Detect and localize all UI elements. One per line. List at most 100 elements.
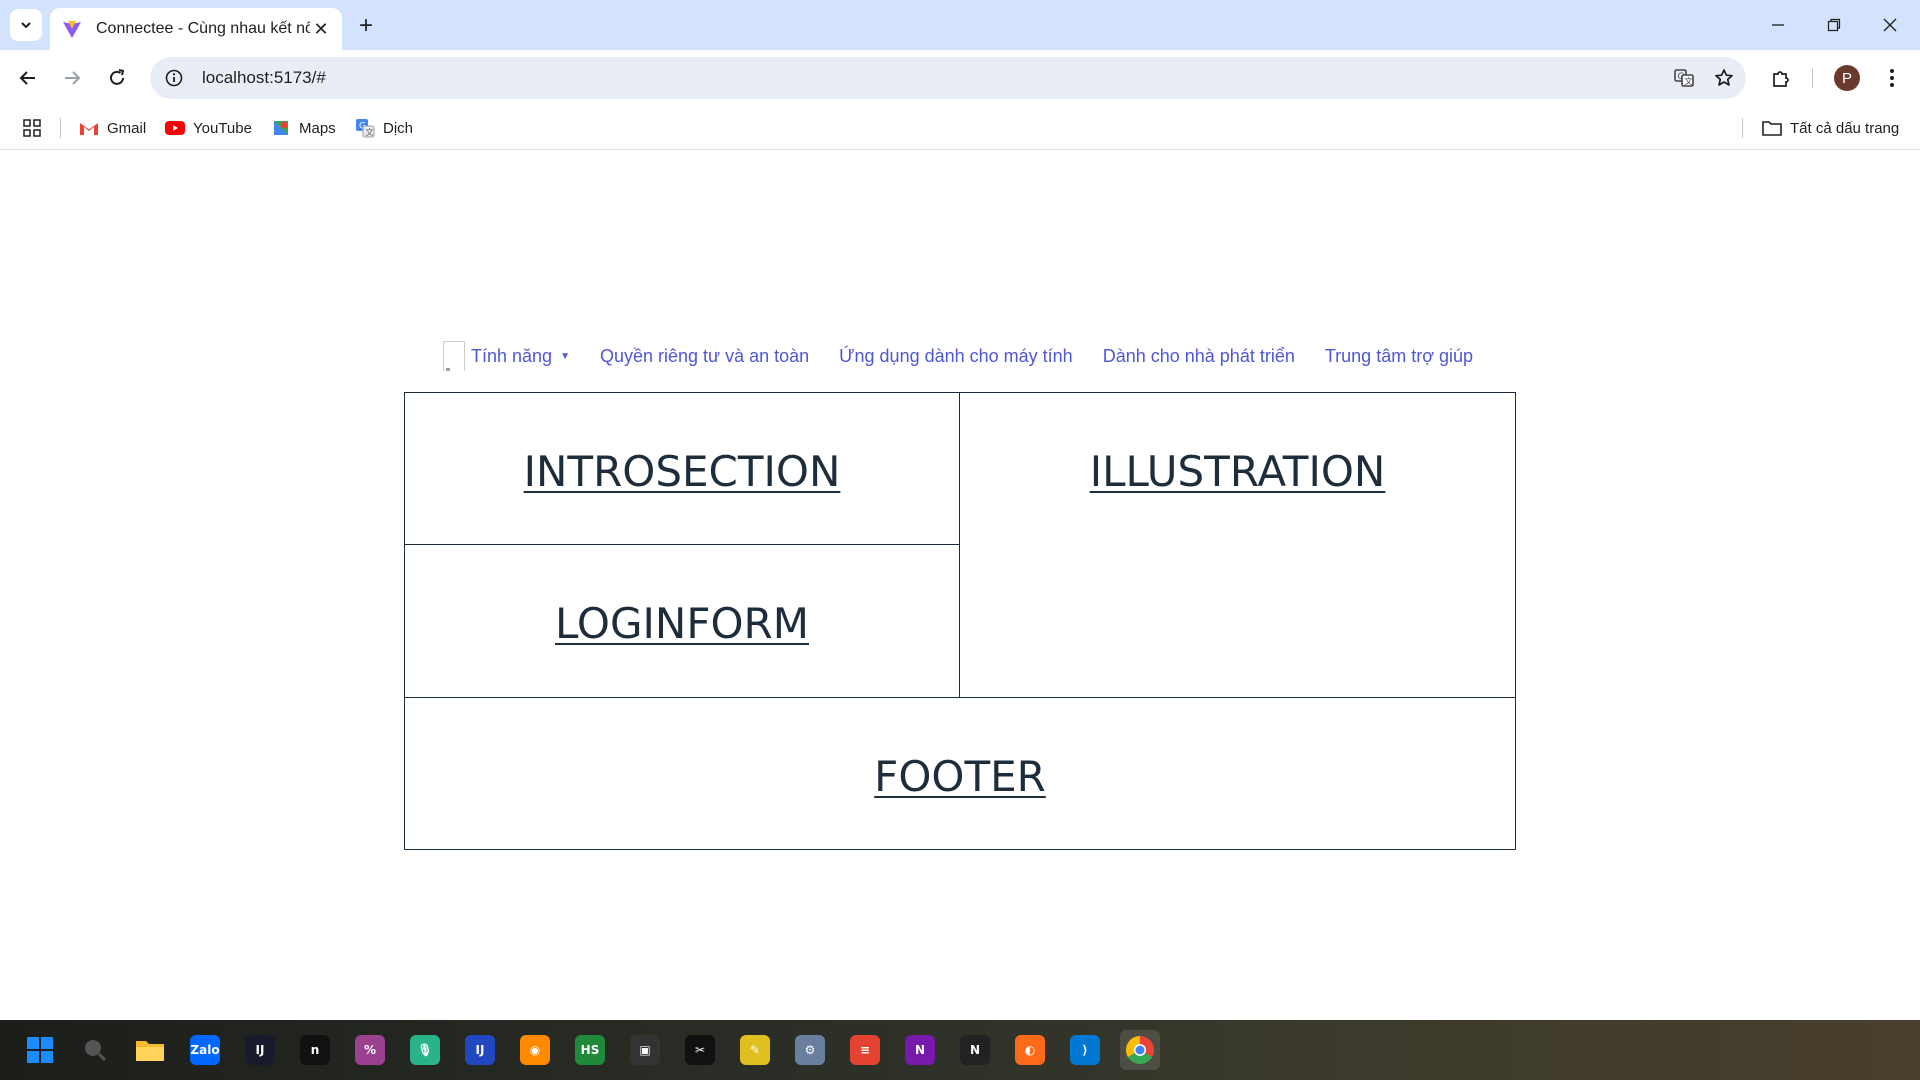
login-form-section: LOGINFORM: [405, 545, 960, 697]
youtube-icon: [165, 118, 185, 138]
tab-close-icon[interactable]: ✕: [310, 18, 332, 40]
chrome-icon: [1125, 1035, 1155, 1065]
close-window-button[interactable]: [1862, 0, 1918, 50]
app-hs-icon: HS: [575, 1035, 605, 1065]
bookmarks-separator-right: [1742, 118, 1743, 138]
footer-section: FOOTER: [405, 697, 1515, 849]
bookmark-maps[interactable]: Maps: [271, 115, 336, 141]
svg-text:文: 文: [1685, 76, 1693, 86]
bookmark-translate[interactable]: G文 Dịch: [355, 115, 413, 141]
zalo-icon: Zalo: [190, 1035, 220, 1065]
taskbar-capcut-button[interactable]: ✂: [680, 1030, 720, 1070]
intellij-icon: IJ: [245, 1035, 275, 1065]
taskbar-app-orange-button[interactable]: ◉: [515, 1030, 555, 1070]
vite-favicon-icon: [63, 21, 81, 38]
tab-search-button[interactable]: [10, 9, 42, 41]
notion-icon: N: [960, 1035, 990, 1065]
todoist-icon: ≡: [850, 1035, 880, 1065]
intro-section-link[interactable]: INTROSECTION: [524, 447, 841, 544]
nav-privacy-safety[interactable]: Quyền riêng tư và an toàn: [600, 346, 809, 367]
caret-down-icon[interactable]: ▼: [560, 351, 570, 362]
start-icon: [25, 1035, 55, 1065]
app-mic-icon: 🎙: [410, 1035, 440, 1065]
taskbar-firefox-button[interactable]: ◐: [1010, 1030, 1050, 1070]
bookmark-label: Gmail: [107, 119, 147, 137]
toolbar-separator: [1812, 68, 1813, 88]
bookmark-label: Maps: [299, 119, 336, 137]
footer-link[interactable]: FOOTER: [874, 752, 1046, 849]
illustration-section-link[interactable]: ILLUSTRATION: [1090, 447, 1386, 697]
taskbar-onenote-button[interactable]: N: [900, 1030, 940, 1070]
search-icon: [80, 1035, 110, 1065]
taskbar-intellij-button[interactable]: IJ: [240, 1030, 280, 1070]
chrome-menu-button[interactable]: [1874, 60, 1910, 96]
all-bookmarks-button[interactable]: Tất cả dấu trang: [1762, 115, 1899, 141]
logo-broken-image[interactable]: [443, 341, 465, 371]
taskbar-notion-button[interactable]: N: [955, 1030, 995, 1070]
vscode-icon: ⟩: [1070, 1035, 1100, 1065]
taskbar-app-box-button[interactable]: ▣: [625, 1030, 665, 1070]
extensions-button[interactable]: [1763, 60, 1799, 96]
restore-button[interactable]: [1806, 0, 1862, 50]
translate-page-icon[interactable]: G文: [1666, 60, 1702, 96]
taskbar-start-button[interactable]: [20, 1030, 60, 1070]
minimize-icon: [1772, 24, 1784, 26]
profile-button[interactable]: P: [1829, 60, 1865, 96]
page-viewport: Tính năng ▼ Quyền riêng tư và an toàn Ứn…: [0, 151, 1920, 1020]
app-orange-icon: ◉: [520, 1035, 550, 1065]
address-bar[interactable]: localhost:5173/# G文: [150, 57, 1746, 99]
capcut-icon: ✂: [685, 1035, 715, 1065]
taskbar-app-blue-button[interactable]: IJ: [460, 1030, 500, 1070]
intro-section: INTROSECTION: [405, 393, 960, 545]
app-n-icon: n: [300, 1035, 330, 1065]
windows-taskbar: Zalo IJ n% 🎙 IJ ◉ HS ▣ ✂ ✎ ⚙ ≡ N N ◐ ⟩: [0, 1020, 1920, 1080]
nav-desktop-app[interactable]: Ứng dụng dành cho máy tính: [839, 346, 1073, 367]
taskbar-app-yellow-button[interactable]: ✎: [735, 1030, 775, 1070]
reload-icon: [110, 69, 125, 85]
taskbar-file-explorer-button[interactable]: [130, 1030, 170, 1070]
nav-features[interactable]: Tính năng: [471, 346, 552, 367]
taskbar-app-hs-button[interactable]: HS: [570, 1030, 610, 1070]
bookmark-youtube[interactable]: YouTube: [165, 115, 252, 141]
forward-button[interactable]: [54, 60, 90, 96]
arrow-right-icon: [65, 71, 81, 85]
taskbar-vscode-button[interactable]: ⟩: [1065, 1030, 1105, 1070]
taskbar-app-mic-button[interactable]: 🎙: [405, 1030, 445, 1070]
svg-text:文: 文: [366, 127, 374, 137]
tab-title: Connectee - Cùng nhau kết nối: [96, 20, 310, 37]
onenote-icon: N: [905, 1035, 935, 1065]
app-box-icon: ▣: [630, 1035, 660, 1065]
bookmark-star-icon[interactable]: [1706, 60, 1742, 96]
login-form-link[interactable]: LOGINFORM: [555, 599, 809, 697]
apps-grid-icon[interactable]: [20, 116, 44, 140]
bookmark-gmail[interactable]: Gmail: [79, 115, 146, 141]
taskbar-app-purple-button[interactable]: %: [350, 1030, 390, 1070]
taskbar-app-gear-button[interactable]: ⚙: [790, 1030, 830, 1070]
taskbar-search-button[interactable]: [75, 1030, 115, 1070]
bookmarks-bar: Gmail YouTube Maps G文 Dịch Tất cả dấu tr…: [0, 106, 1920, 150]
address-url[interactable]: localhost:5173/#: [202, 68, 1666, 88]
taskbar-todoist-button[interactable]: ≡: [845, 1030, 885, 1070]
nav-help-center[interactable]: Trung tâm trợ giúp: [1325, 346, 1473, 367]
puzzle-icon: [1773, 71, 1789, 87]
back-button[interactable]: [10, 60, 46, 96]
taskbar-zalo-button[interactable]: Zalo: [185, 1030, 225, 1070]
minimize-button[interactable]: [1750, 0, 1806, 50]
app-yellow-icon: ✎: [740, 1035, 770, 1065]
site-info-icon[interactable]: [154, 58, 194, 98]
arrow-left-icon: [19, 71, 35, 85]
browser-tab-active[interactable]: Connectee - Cùng nhau kết nối ✕: [50, 8, 342, 50]
taskbar-chrome-button[interactable]: [1120, 1030, 1160, 1070]
restore-icon: [1827, 18, 1841, 32]
all-bookmarks-label: Tất cả dấu trang: [1790, 119, 1900, 137]
folder-icon: [1762, 118, 1782, 138]
file-explorer-icon: [135, 1035, 165, 1065]
app-gear-icon: ⚙: [795, 1035, 825, 1065]
new-tab-button[interactable]: +: [352, 12, 380, 40]
gmail-icon: [79, 118, 99, 138]
nav-developers[interactable]: Dành cho nhà phát triển: [1103, 346, 1295, 367]
bookmark-label: Dịch: [383, 119, 414, 137]
taskbar-app-n-button[interactable]: n: [295, 1030, 335, 1070]
maps-icon: [271, 118, 291, 138]
reload-button[interactable]: [99, 60, 135, 96]
